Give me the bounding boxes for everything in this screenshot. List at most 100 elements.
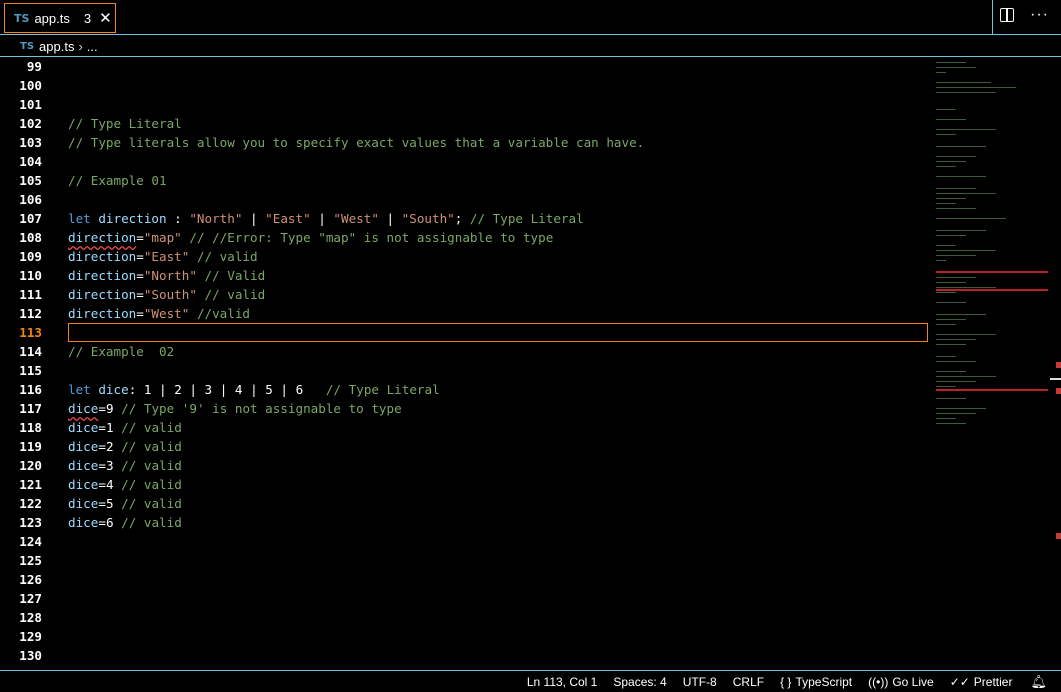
code-token: 5	[105, 496, 114, 511]
code-token: |	[151, 382, 175, 397]
minimap-line	[936, 371, 966, 372]
minimap-line	[936, 319, 966, 320]
encoding[interactable]: UTF-8	[683, 675, 717, 689]
code-token: direction	[98, 211, 167, 226]
cursor-position[interactable]: Ln 113, Col 1	[527, 675, 598, 689]
code-token: :	[166, 211, 190, 226]
code-line[interactable]: 108 direction="map" // //Error: Type "map…	[0, 228, 928, 247]
code-line[interactable]: 115	[0, 361, 928, 380]
code-line[interactable]: 126	[0, 570, 928, 589]
language-label: TypeScript	[795, 674, 853, 689]
code-line[interactable]: 102 // Type Literal	[0, 114, 928, 133]
code-token: 3	[105, 458, 114, 473]
code-line[interactable]: 101	[0, 95, 928, 114]
line-number: 118	[19, 420, 42, 435]
code-line[interactable]: 109 direction="East" // valid	[0, 247, 928, 266]
code-line[interactable]: 119 dice=2 // valid	[0, 437, 928, 456]
code-line[interactable]: 125	[0, 551, 928, 570]
minimap-line	[936, 423, 966, 424]
code-line[interactable]: 112 direction="West" //valid	[0, 304, 928, 323]
line-number: 127	[19, 591, 42, 606]
code-line[interactable]: 127	[0, 589, 928, 608]
language-mode[interactable]: { } TypeScript	[780, 675, 852, 689]
close-icon[interactable]: ✕	[99, 11, 112, 26]
tab-app-ts[interactable]: TS app.ts 3 ✕	[4, 3, 116, 33]
code-token: let	[68, 382, 99, 397]
code-token: "East"	[143, 249, 190, 264]
code-token: =	[136, 306, 144, 321]
code-line[interactable]: 113	[0, 323, 928, 342]
minimap-line	[936, 381, 976, 382]
code-token: "map"	[143, 230, 182, 245]
code-token: // Type Literal	[68, 116, 182, 131]
minimap-line	[936, 218, 1006, 219]
minimap-line	[936, 398, 966, 399]
code-line[interactable]: 118 dice=1 // valid	[0, 418, 928, 437]
end-of-line[interactable]: CRLF	[733, 675, 764, 689]
code-line[interactable]: 122 dice=5 // valid	[0, 494, 928, 513]
breadcrumb-symbol[interactable]: ...	[87, 39, 98, 54]
breadcrumb-file[interactable]: app.ts	[39, 39, 74, 54]
code-token: dice	[68, 458, 99, 473]
prettier-button[interactable]: ✓✓ Prettier	[950, 675, 1013, 689]
code-line[interactable]: 124	[0, 532, 928, 551]
minimap-line	[936, 334, 996, 335]
code-line[interactable]: 116 let dice: 1 | 2 | 3 | 4 | 5 | 6 // Ty…	[0, 380, 928, 399]
minimap[interactable]	[930, 57, 1048, 670]
code-line[interactable]: 107 let direction : "North" | "East" | "W…	[0, 209, 928, 228]
line-number: 112	[19, 306, 42, 321]
go-live-button[interactable]: ((•)) Go Live	[868, 675, 934, 689]
code-editor[interactable]: 99 100 101 102 // Type Literal 103 // Type lit…	[0, 57, 1061, 670]
code-line[interactable]: 120 dice=3 // valid	[0, 456, 928, 475]
bell-icon[interactable]: 🔔︎	[1030, 674, 1047, 690]
line-number: 99	[26, 59, 42, 74]
code-line[interactable]: 128	[0, 608, 928, 627]
split-editor-icon[interactable]	[1000, 8, 1015, 22]
line-number: 129	[19, 629, 42, 644]
code-line[interactable]: 130	[0, 646, 928, 665]
code-token: 4	[105, 477, 114, 492]
more-actions-icon[interactable]: ···	[1030, 7, 1049, 23]
minimap-line	[936, 134, 956, 135]
code-line[interactable]: 121 dice=4 // valid	[0, 475, 928, 494]
code-line[interactable]: 123 dice=6 // valid	[0, 513, 928, 532]
code-token: :	[128, 382, 144, 397]
minimap-line	[936, 176, 986, 177]
code-line[interactable]: 110 direction="North" // Valid	[0, 266, 928, 285]
line-code: dice=3 // valid	[68, 456, 182, 475]
go-live-label: Go Live	[892, 674, 934, 689]
code-line[interactable]: 111 direction="South" // valid	[0, 285, 928, 304]
code-line[interactable]: 129	[0, 627, 928, 646]
code-token: // valid	[121, 420, 182, 435]
minimap-line	[936, 146, 986, 147]
code-token: direction	[68, 306, 137, 321]
minimap-line	[936, 82, 991, 83]
code-token: 6	[105, 515, 114, 530]
line-code: direction="map" // //Error: Type "map" i…	[68, 228, 553, 247]
code-token: |	[310, 211, 334, 226]
minimap-line	[936, 386, 956, 387]
minimap-line	[936, 376, 996, 377]
minimap-line	[936, 235, 966, 236]
code-token: 3	[204, 382, 213, 397]
tabbar-divider	[992, 0, 993, 34]
code-line[interactable]: 106	[0, 190, 928, 209]
code-line[interactable]: 99	[0, 57, 928, 76]
code-token: =	[98, 458, 106, 473]
minimap-error-line	[936, 271, 1048, 273]
line-code: direction="West" //valid	[68, 304, 250, 323]
indentation[interactable]: Spaces: 4	[613, 675, 666, 689]
code-line[interactable]: 105 // Example 01	[0, 171, 928, 190]
code-token: // Example 01	[68, 173, 167, 188]
code-line[interactable]: 100	[0, 76, 928, 95]
code-line[interactable]: 104	[0, 152, 928, 171]
code-line[interactable]: 114 // Example 02	[0, 342, 928, 361]
code-line[interactable]: 103 // Type literals allow you to specify…	[0, 133, 928, 152]
code-token: dice	[98, 382, 129, 397]
code-line[interactable]: 117 dice=9 // Type '9' is not assignable …	[0, 399, 928, 418]
minimap-line	[936, 356, 956, 357]
code-token: let	[68, 211, 99, 226]
line-code: // Example 02	[68, 342, 174, 361]
